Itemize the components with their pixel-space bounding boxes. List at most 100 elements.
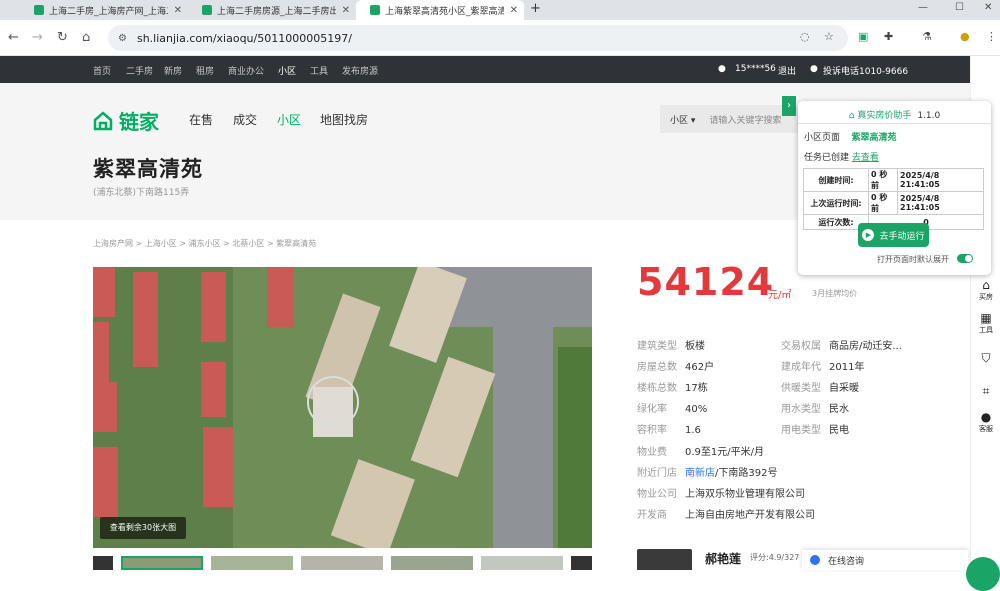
task-row: 任务已创建 去查看 [804,153,879,163]
maximize-icon[interactable]: ☐ [955,2,964,13]
browser-tab-2[interactable]: 上海二手房房源_上海二手房出售 ✕ [188,0,356,20]
thumbnail[interactable] [301,556,383,570]
tab-title: 上海二手房_上海房产网_上海二手 [49,6,168,17]
breadcrumb[interactable]: 上海房产网 > 上海小区 > 浦东小区 > 北蔡小区 > 紫翠高清苑 [93,238,316,249]
manual-run-button[interactable]: ▶ 去手动运行 [858,223,929,247]
table-row: 上次运行时间: 0 秒前 2025/4/8 21:41:05 [803,191,984,215]
online-consult-bar[interactable]: 在线咨询 [802,550,968,570]
extensions-puzzle-icon[interactable]: ✚ [884,30,893,43]
consult-label: 在线咨询 [828,556,865,567]
new-tab-icon[interactable]: + [530,1,541,16]
hotline-text: 投诉电话1010-9666 [823,67,909,77]
topnav-xinfang[interactable]: 新房 [164,64,182,77]
site-info-icon[interactable]: ⚙ [118,33,127,44]
user-icon: ● [718,64,726,74]
topnav-publish[interactable]: 发布房源 [342,64,378,77]
home-icon: ⌂ [982,278,990,292]
info-green-rate: 绿化率 40% [637,404,708,415]
info-developer: 开发商 上海自由房地产开发有限公司 [637,510,815,521]
thumbnail[interactable] [481,556,563,570]
close-tab-icon[interactable]: ✕ [510,5,518,16]
agent-avatar[interactable] [637,549,692,570]
thumbnail[interactable] [391,556,473,570]
agent-score: 评分:4.9/327 [750,553,800,562]
search-type-select[interactable]: 小区 ▾ [670,113,695,126]
info-build-year: 建成年代 2011年 [781,362,865,373]
topnav-tools[interactable]: 工具 [310,64,328,77]
view-task-link[interactable]: 去查看 [852,153,879,163]
scan-icon: ⌗ [982,384,990,398]
community-photo[interactable] [93,267,592,548]
sidebar-scan[interactable]: ⌗ [971,384,1000,399]
url-text: sh.lianjia.com/xiaoqu/5011000005197/ [136,31,352,45]
close-window-icon[interactable]: ✕ [984,2,992,13]
home-icon[interactable]: ⌂ [82,30,90,45]
lianjia-logo[interactable]: 链家 [93,106,159,135]
minimize-icon[interactable]: — [918,2,928,13]
price-assistant-panel: ⌂ 真实房价助手 1.1.0 小区页面 紫翠高清苑 任务已创建 去查看 创建时间:… [798,101,991,275]
info-ownership: 交易权属 商品房/动迁安... [781,341,902,352]
profile-avatar[interactable]: ● [960,30,970,43]
nav-xiaoqu[interactable]: 小区 [277,111,301,128]
browser-tab-active[interactable]: 上海紫翠高清苑小区_紫翠高清苑 ✕ [356,0,524,20]
user-phone[interactable]: 15****56 [735,64,776,74]
topnav-ershoufang[interactable]: 二手房 [126,64,153,77]
browser-tab-bar: 上海二手房_上海房产网_上海二手 ✕ 上海二手房房源_上海二手房出售 ✕ 上海紫… [0,0,1000,20]
panel-expand-button[interactable]: › [782,96,796,116]
extension-green-icon[interactable]: ▣ [858,30,868,43]
search-box[interactable]: 小区 ▾ 请输入关键字搜索 [660,105,800,133]
topnav-shangye[interactable]: 商业办公 [228,64,264,77]
search-input[interactable]: 请输入关键字搜索 [709,113,781,126]
sidebar-service[interactable]: ● 客服 [971,410,1000,434]
info-power: 用电类型 民电 [781,425,849,436]
panel-divider [798,123,991,124]
thumb-prev-button[interactable] [93,556,113,570]
phone-icon: ● [810,64,818,74]
lianjia-favicon-icon [370,5,380,15]
site-top-nav: 首页 二手房 新房 租房 商业办公 小区 工具 发布房源 ● 15****56 … [0,56,970,83]
back-icon[interactable]: ← [8,30,19,45]
task-table: 创建时间: 0 秒前 2025/4/8 21:41:05 上次运行时间: 0 秒前 20… [803,168,984,230]
topnav-zufang[interactable]: 租房 [196,64,214,77]
info-plot-ratio: 容积率 1.6 [637,425,701,436]
forward-icon[interactable]: → [32,30,43,45]
reload-icon[interactable]: ↻ [57,30,68,45]
info-building-count: 楼栋总数 17栋 [637,383,708,394]
default-expand-label: 打开页面时默认展开 [877,255,949,264]
chat-icon: ● [980,410,992,424]
sidebar-shield[interactable]: ⛉ [971,351,1000,366]
browser-tab-1[interactable]: 上海二手房_上海房产网_上海二手 ✕ [20,0,188,20]
shield-icon: ⛉ [981,351,991,365]
thumbnail[interactable] [121,556,203,570]
close-tab-icon[interactable]: ✕ [174,5,182,16]
info-nearby-store: 附近门店 南新店/下南路392号 [637,468,778,479]
agent-name[interactable]: 郝艳莲 [705,550,741,567]
info-building-type: 建筑类型 板楼 [637,341,705,352]
nav-zaishou[interactable]: 在售 [189,111,213,128]
average-price: 54124 [637,260,775,304]
logout-link[interactable]: 退出 [778,64,796,77]
lianjia-favicon-icon [34,5,44,15]
url-field[interactable]: ⚙ sh.lianjia.com/xiaoqu/5011000005197/ ◌… [108,25,848,51]
page-row: 小区页面 紫翠高清苑 [804,133,897,143]
lianjia-favicon-icon [202,5,212,15]
view-all-photos-button[interactable]: 查看剩余30张大图 [100,517,186,539]
sidebar-buy[interactable]: ⌂ 买房 [971,278,1000,302]
bookmark-star-icon[interactable]: ☆ [824,30,834,43]
floating-green-button[interactable] [966,557,1000,591]
labs-flask-icon[interactable]: ⚗ [922,30,932,43]
store-link[interactable]: 南新店 [685,468,715,479]
thumbnail[interactable] [211,556,293,570]
nav-chengjiao[interactable]: 成交 [233,111,257,128]
topnav-xiaoqu[interactable]: 小区 [278,64,296,77]
info-property-company: 物业公司 上海双乐物业管理有限公司 [637,489,805,500]
nav-map[interactable]: 地图找房 [320,111,368,128]
info-house-count: 房屋总数 462户 [637,362,715,373]
eye-off-icon[interactable]: ◌ [800,30,810,43]
default-expand-toggle[interactable] [957,254,973,263]
menu-kebab-icon[interactable]: ⋮ [986,30,997,43]
close-tab-icon[interactable]: ✕ [342,5,350,16]
topnav-home[interactable]: 首页 [93,64,111,77]
thumb-next-button[interactable] [571,556,592,570]
sidebar-tools[interactable]: ▦ 工具 [971,311,1000,335]
